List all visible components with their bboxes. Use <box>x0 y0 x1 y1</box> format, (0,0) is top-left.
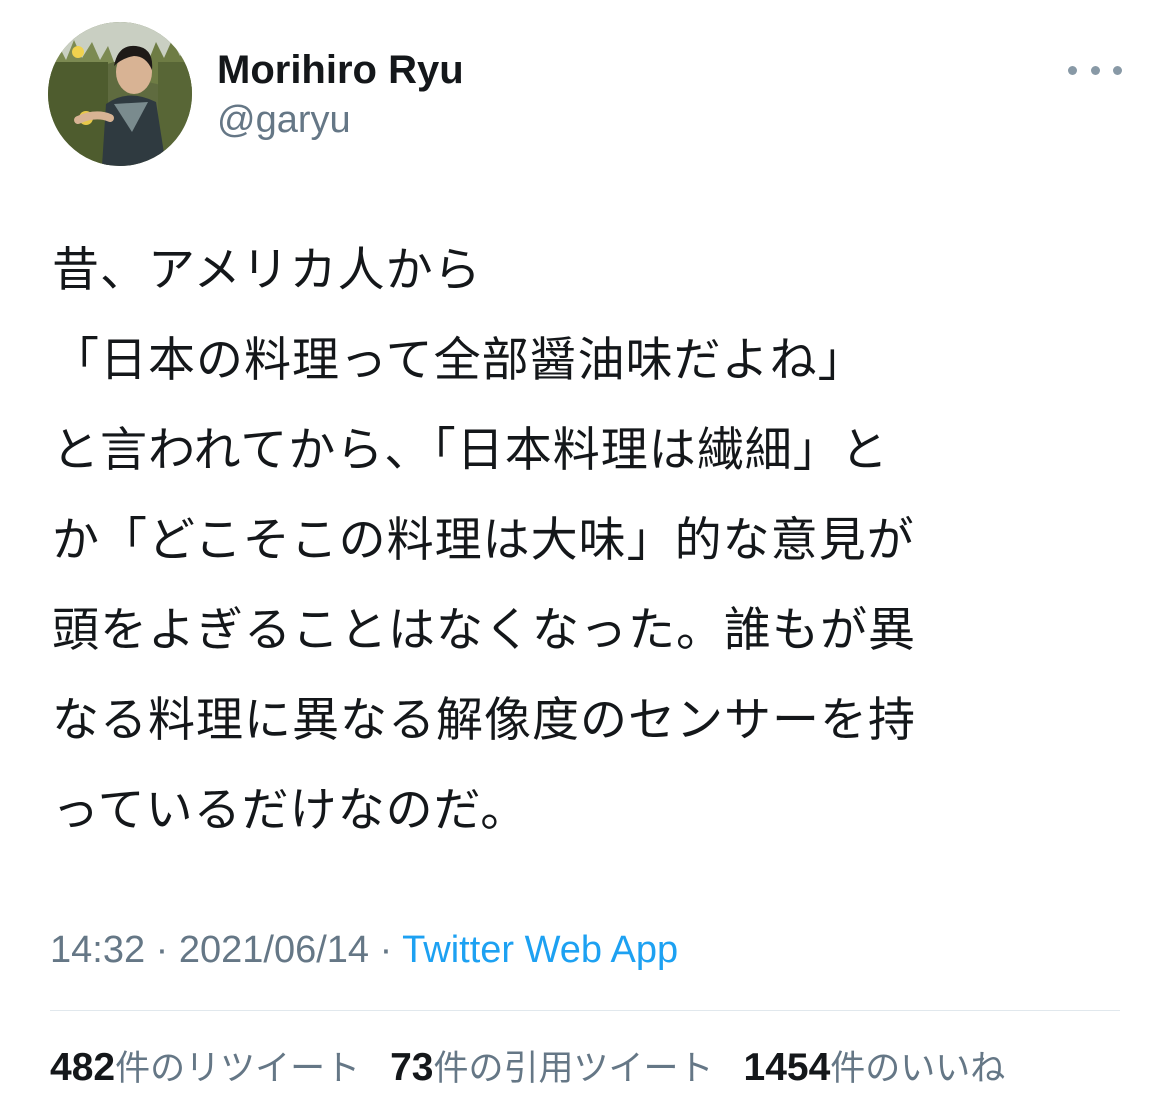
tweet-line: 昔、アメリカ人から <box>52 243 482 298</box>
tweet-meta: 14:32 · 2021/06/14 · Twitter Web App <box>50 926 678 974</box>
meta-separator: · <box>369 929 403 971</box>
tweet-line: っているだけなのだ。 <box>52 783 529 838</box>
quote-tweets-stat[interactable]: 73 件の引用ツイート <box>390 1042 713 1095</box>
tweet-time[interactable]: 14:32 <box>50 929 145 971</box>
quote-tweets-label: 件の引用ツイート <box>433 1049 714 1089</box>
profile-photo-icon <box>48 22 192 166</box>
tweet-line: なる料理に異なる解像度のセンサーを持 <box>52 693 916 748</box>
quote-tweets-count: 73 <box>390 1046 434 1089</box>
tweet-source-link[interactable]: Twitter Web App <box>402 929 678 971</box>
likes-stat[interactable]: 1454 件のいいね <box>744 1042 1006 1095</box>
likes-count: 1454 <box>743 1046 831 1089</box>
tweet-line: 「日本の料理って全部醤油味だよね」 <box>52 333 866 388</box>
avatar[interactable] <box>48 22 192 166</box>
retweets-label: 件のリツイート <box>115 1049 361 1089</box>
retweets-count: 482 <box>50 1046 116 1089</box>
more-dot <box>1090 65 1100 75</box>
retweets-stat[interactable]: 482 件のリツイート <box>50 1042 360 1095</box>
tweet-text: 昔、アメリカ人から 「日本の料理って全部醤油味だよね」 と言われてから、「日本料… <box>52 226 1132 856</box>
more-options-icon[interactable] <box>1068 54 1122 86</box>
author-display-name[interactable]: Morihiro Ryu <box>217 46 464 94</box>
meta-separator: · <box>145 929 179 971</box>
tweet-line: と言われてから、「日本料理は繊細」と <box>52 423 889 478</box>
likes-label: 件のいいね <box>830 1049 1006 1089</box>
author-handle[interactable]: @garyu <box>217 98 351 142</box>
more-dot <box>1113 65 1122 75</box>
tweet-line: か「どこそこの料理は大味」的な意見が <box>52 513 915 568</box>
engagement-stats: 482 件のリツイート 73 件の引用ツイート 1454 件のいいね <box>50 1042 1005 1094</box>
more-dot <box>1068 65 1077 75</box>
tweet-date[interactable]: 2021/06/14 <box>179 929 369 971</box>
divider <box>50 1010 1120 1011</box>
tweet-line: 頭をよぎることはなくなった。誰もが異 <box>52 603 916 658</box>
